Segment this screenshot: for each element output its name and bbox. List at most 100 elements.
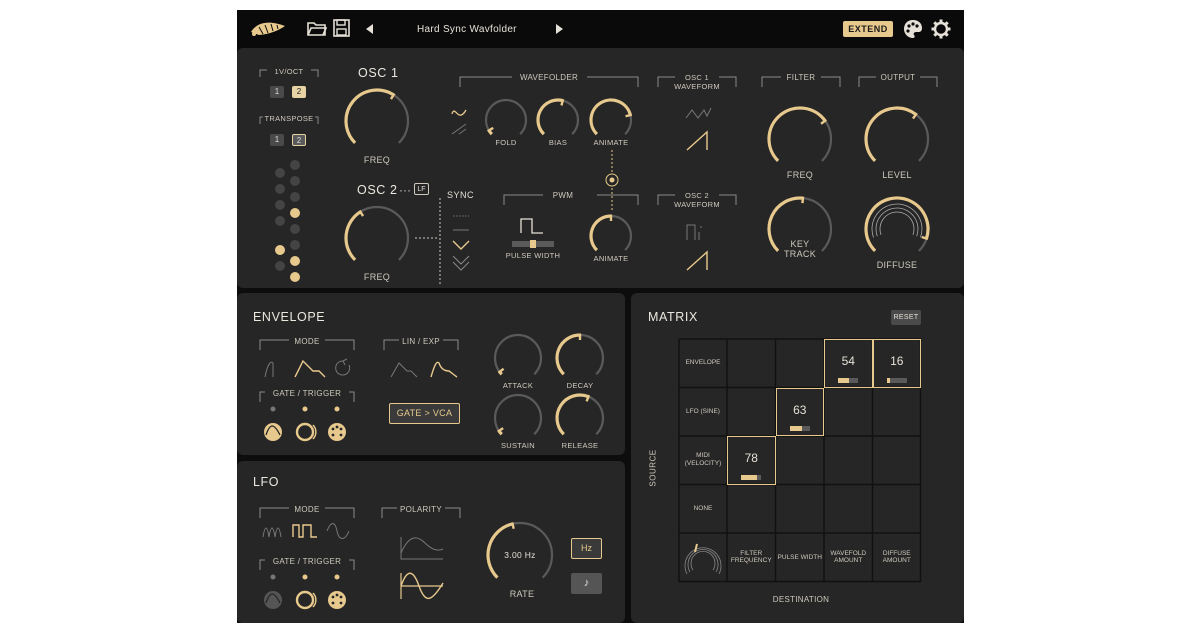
osc1-waveform-selector[interactable] xyxy=(685,106,713,152)
osc2-waveform-selector[interactable] xyxy=(685,222,713,272)
level-knob[interactable] xyxy=(864,106,930,172)
matrix-cell-bar-fill xyxy=(838,377,850,383)
matrix-cell-bar xyxy=(789,426,810,431)
polarity-label: POLARITY xyxy=(400,505,442,514)
osc1-freq-knob[interactable] xyxy=(344,88,410,154)
matrix-reset-button[interactable]: RESET xyxy=(891,310,921,325)
osc1-waveform-label: OSC 1 WAVEFORM xyxy=(674,73,720,91)
output-label: OUTPUT xyxy=(880,73,916,82)
filter-label: FILTER xyxy=(786,73,816,82)
matrix-cell-bar xyxy=(886,377,907,383)
matrix-cell[interactable]: 78 xyxy=(727,436,776,485)
diffuse-knob[interactable] xyxy=(864,196,930,262)
lfo-panel: LFO MODE POLARITY 3.00 Hz RATE Hz ♪ GATE… xyxy=(237,461,625,623)
decay-knob[interactable] xyxy=(555,333,605,383)
transpose-button-2[interactable]: 2 xyxy=(292,134,306,146)
matrix-title: MATRIX xyxy=(648,310,698,324)
envelope-mode-selector[interactable] xyxy=(263,357,355,381)
attack-label: ATTACK xyxy=(502,381,534,390)
filter-freq-label: FREQ xyxy=(786,170,814,180)
envelope-title: ENVELOPE xyxy=(253,310,326,324)
save-icon[interactable] xyxy=(333,19,350,37)
wavefolder-shape-icons[interactable] xyxy=(451,106,467,136)
matrix-destination-0: FILTER FREQUENCY xyxy=(730,549,772,565)
matrix-cell-value: 16 xyxy=(890,354,904,368)
fold-knob[interactable] xyxy=(484,98,528,142)
oscillator-panel: 1V/OCT 1 2 TRANSPOSE 1 2 OSC 1 FREQ OSC … xyxy=(237,48,964,288)
matrix-source-1: LFO (SINE) xyxy=(686,407,720,415)
tuning-button-1[interactable]: 1 xyxy=(270,86,284,98)
tuning-button-2[interactable]: 2 xyxy=(292,86,306,98)
octave-dots[interactable] xyxy=(273,160,309,282)
matrix-cell-bar-fill xyxy=(789,426,803,431)
matrix-cell[interactable]: 16 xyxy=(872,339,921,388)
shell-logo-icon xyxy=(251,22,285,36)
osc2-freq-label: FREQ xyxy=(363,272,391,282)
palette-icon[interactable] xyxy=(903,19,923,39)
matrix-panel: MATRIX RESET SOURCE DESTINATION ENVELOPE… xyxy=(631,293,964,623)
lfo-gate-trigger-selector[interactable] xyxy=(261,573,353,613)
matrix-source-3: NONE xyxy=(693,504,713,512)
filter-freq-knob[interactable] xyxy=(767,106,833,172)
fold-label: FOLD xyxy=(495,138,517,147)
sync-connector xyxy=(415,198,441,286)
osc2-waveform-label: OSC 2 WAVEFORM xyxy=(674,191,720,209)
transpose-button-1[interactable]: 1 xyxy=(270,134,284,146)
gate-vca-button[interactable]: GATE > VCA xyxy=(389,403,460,424)
matrix-cell[interactable]: 63 xyxy=(775,387,824,436)
top-bar: Hard Sync Wavfolder EXTEND xyxy=(237,10,964,48)
release-label: RELEASE xyxy=(561,441,599,450)
env-gate-trigger-selector[interactable] xyxy=(261,405,353,445)
osc2-dots: ··· xyxy=(399,183,411,197)
matrix-cell-bar-fill xyxy=(886,377,890,383)
bias-knob[interactable] xyxy=(536,98,580,142)
polarity-selector[interactable] xyxy=(399,531,445,603)
transpose-label: TRANSPOSE xyxy=(264,114,314,123)
envelope-panel: ENVELOPE MODE LIN / EXP GATE / TRIGGER G… xyxy=(237,293,625,455)
release-knob[interactable] xyxy=(555,393,605,443)
gear-icon[interactable] xyxy=(931,19,951,39)
extend-button[interactable]: EXTEND xyxy=(843,21,893,37)
pwm-animate-knob[interactable] xyxy=(589,214,633,258)
note-sync-button[interactable]: ♪ xyxy=(571,573,602,594)
matrix-destination-1: PULSE WIDTH xyxy=(777,553,822,561)
pwm-label: PWM xyxy=(552,191,574,200)
lfo-gate-trigger-label: GATE / TRIGGER xyxy=(272,557,342,566)
env-gate-trigger-label: GATE / TRIGGER xyxy=(272,389,342,398)
bias-label: BIAS xyxy=(548,138,568,147)
lin-exp-label: LIN / EXP xyxy=(402,337,440,346)
preset-name[interactable]: Hard Sync Wavfolder xyxy=(417,24,517,35)
osc2-freq-knob[interactable] xyxy=(344,205,410,271)
pwm-animate-label: ANIMATE xyxy=(593,254,629,263)
rate-value: 3.00 Hz xyxy=(504,550,536,560)
matrix-depth-knob[interactable] xyxy=(679,538,727,582)
attack-knob[interactable] xyxy=(493,333,543,383)
wavefolder-animate-knob[interactable] xyxy=(589,98,633,142)
sustain-knob[interactable] xyxy=(493,393,543,443)
prev-preset-icon[interactable] xyxy=(366,24,374,34)
matrix-source-2: MIDI (VELOCITY) xyxy=(684,452,722,468)
level-label: LEVEL xyxy=(882,170,912,180)
osc2-title: OSC 2 xyxy=(357,183,398,197)
sync-mode-icons[interactable] xyxy=(451,208,471,280)
pulse-width-label: PULSE WIDTH xyxy=(505,251,561,260)
matrix-source-0: ENVELOPE xyxy=(685,359,721,367)
decay-label: DECAY xyxy=(566,381,594,390)
rate-label: RATE xyxy=(509,589,535,599)
matrix-destination-3: DIFFUSE AMOUNT xyxy=(882,549,911,565)
matrix-cell-value: 78 xyxy=(744,451,758,465)
sync-label: SYNC xyxy=(447,190,475,200)
matrix-cell[interactable]: 54 xyxy=(824,339,873,388)
next-preset-icon[interactable] xyxy=(555,24,563,34)
wavefolder-label: WAVEFOLDER xyxy=(519,73,579,82)
pulse-width-slider[interactable] xyxy=(512,240,554,248)
lin-exp-selector[interactable] xyxy=(389,359,459,379)
folder-icon[interactable] xyxy=(307,20,328,37)
destination-axis-label: DESTINATION xyxy=(772,595,830,604)
hz-button[interactable]: Hz xyxy=(571,538,602,559)
synth-app: Hard Sync Wavfolder EXTEND 1V/OCT 1 2 TR… xyxy=(237,10,964,623)
osc1-title: OSC 1 xyxy=(358,66,399,80)
lf-badge[interactable]: LF xyxy=(414,183,429,195)
key-track-label: KEY TRACK xyxy=(783,239,817,260)
lfo-mode-selector[interactable] xyxy=(261,521,353,541)
